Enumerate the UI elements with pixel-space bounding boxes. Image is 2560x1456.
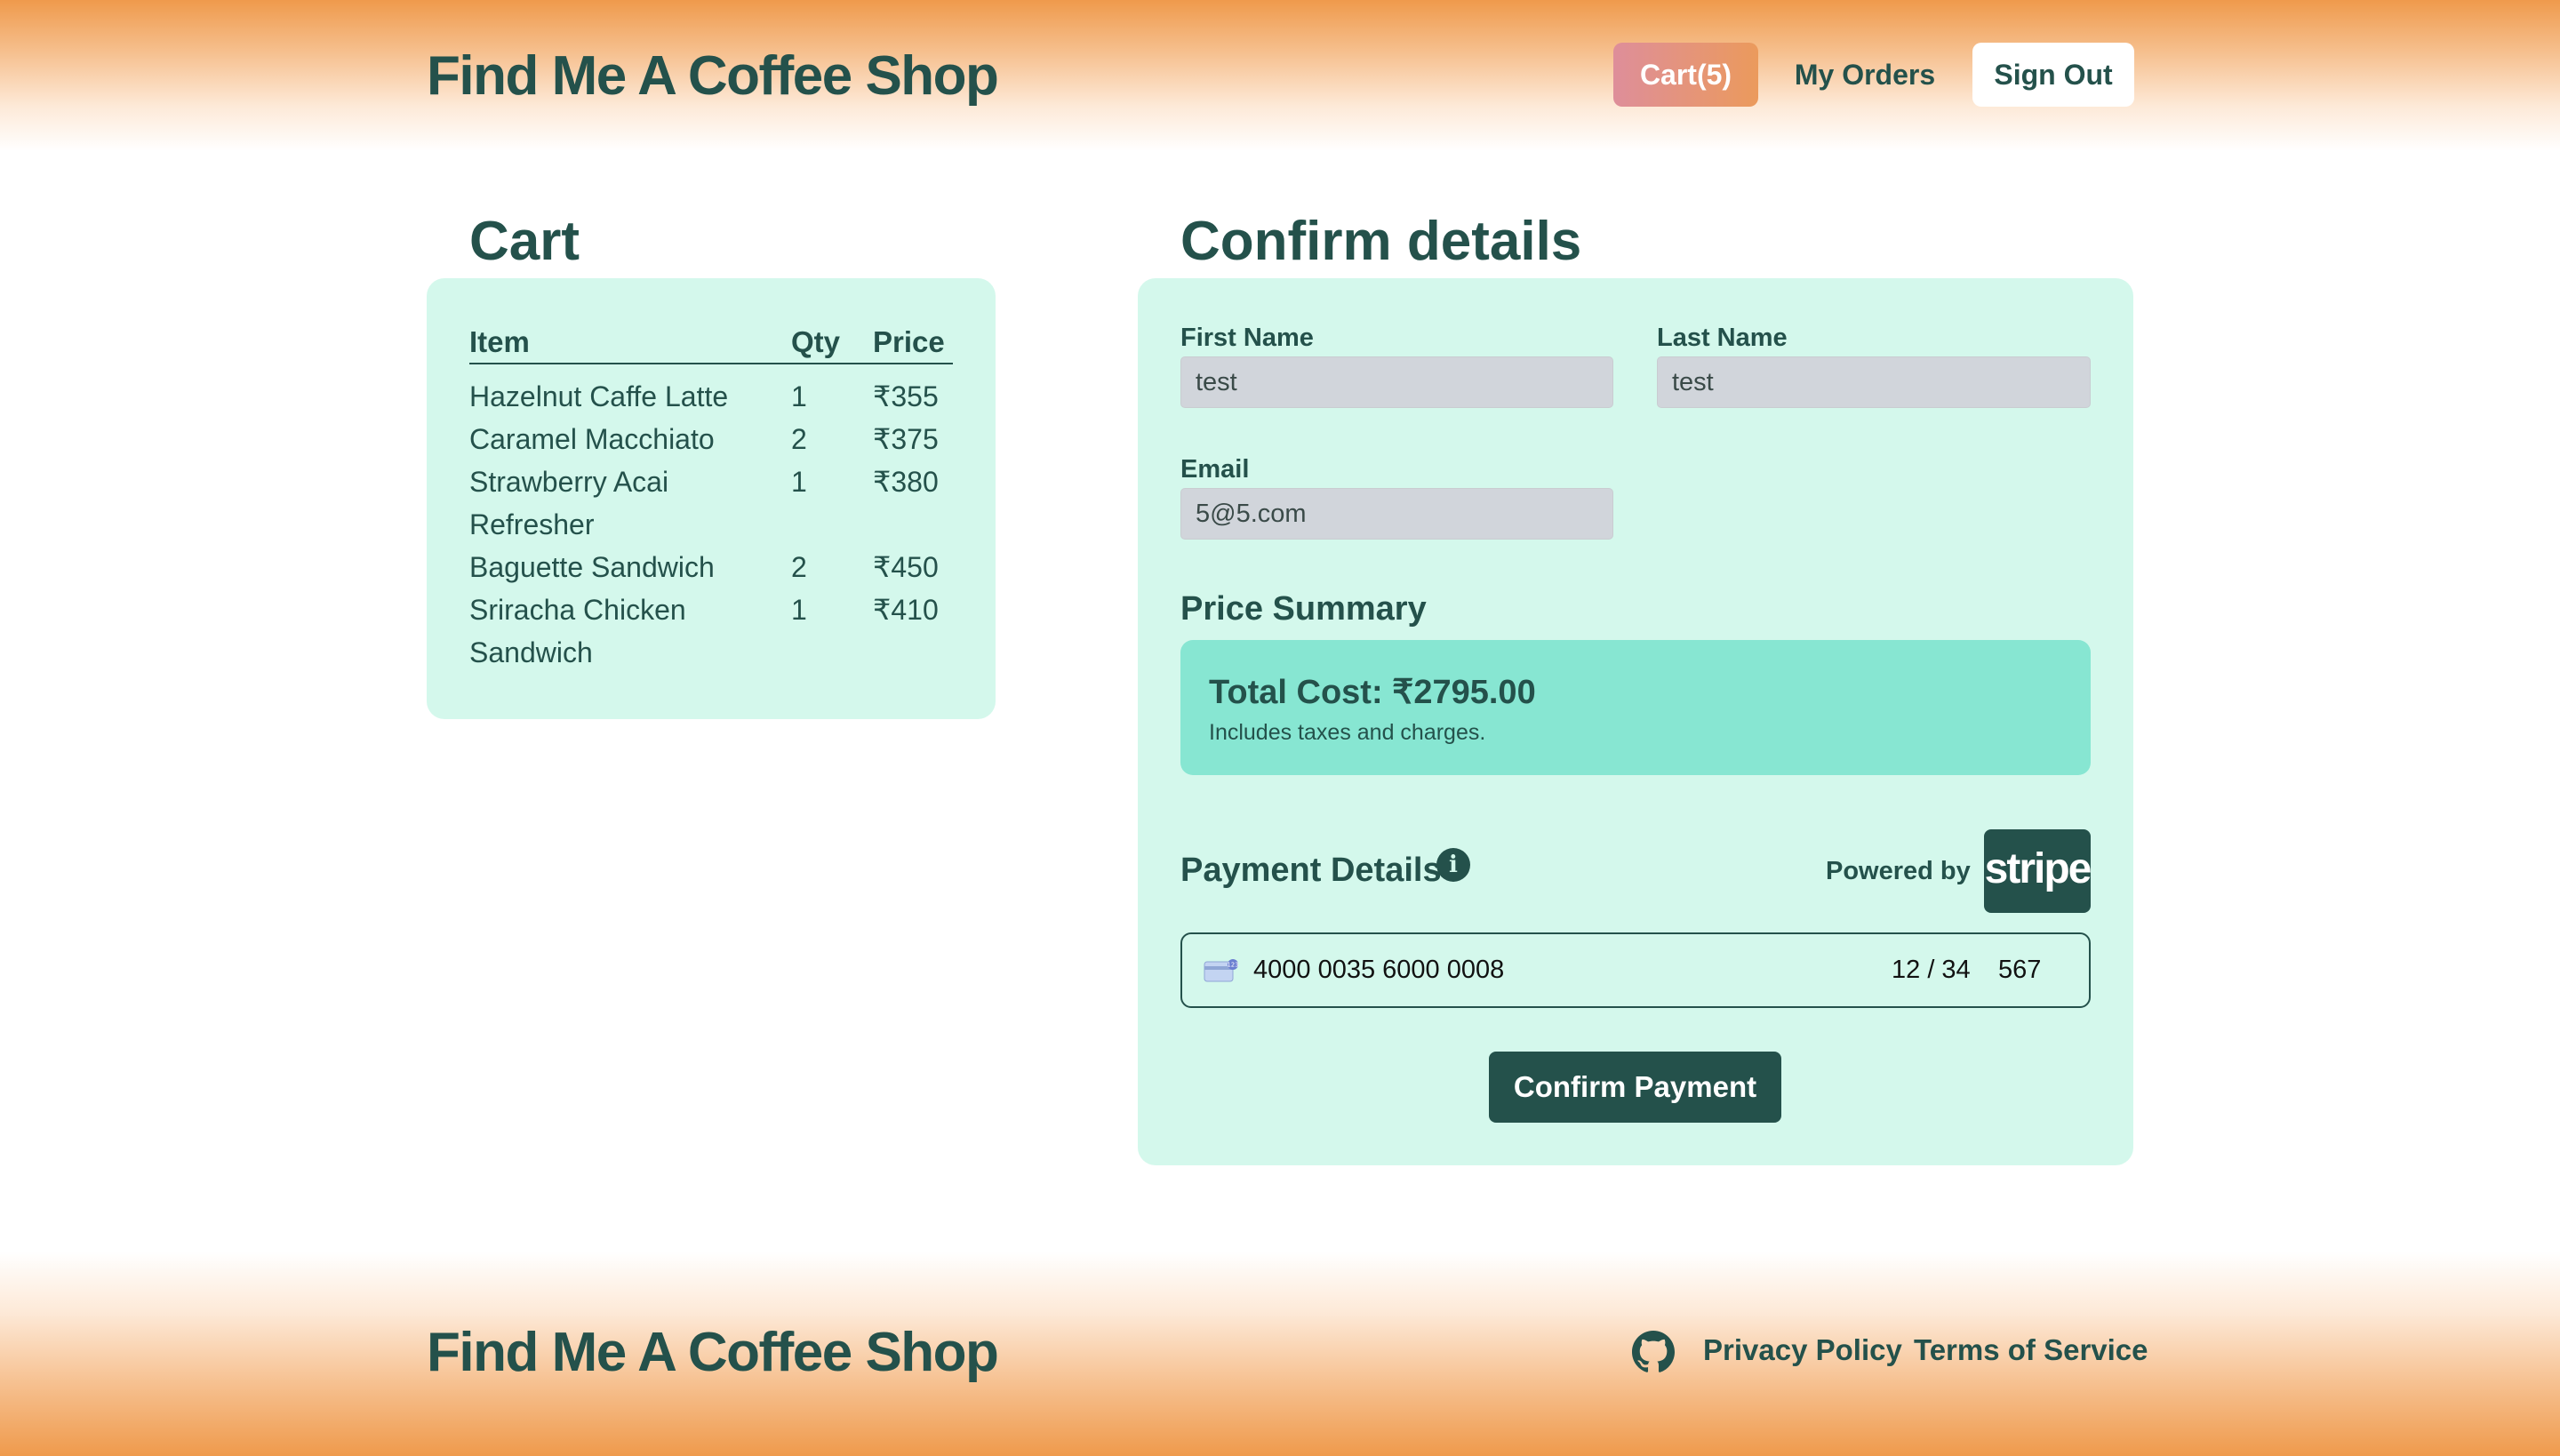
total-cost-note: Includes taxes and charges. xyxy=(1209,720,1486,745)
github-icon[interactable] xyxy=(1632,1331,1675,1373)
powered-by-label: Powered by xyxy=(1826,857,1971,885)
table-row: Sriracha Chicken Sandwich 1 ₹410 xyxy=(469,588,953,674)
footer-brand[interactable]: Find Me A Coffee Shop xyxy=(427,1321,999,1384)
cart-item-name: Hazelnut Caffe Latte xyxy=(469,380,729,412)
terms-of-service-link[interactable]: Terms of Service xyxy=(1914,1333,2148,1367)
cart-item-price: ₹450 xyxy=(873,551,939,583)
confirm-payment-button[interactable]: Confirm Payment xyxy=(1489,1052,1781,1123)
cart-item-name: Caramel Macchiato xyxy=(469,423,715,455)
cart-item-qty: 2 xyxy=(791,551,807,583)
site-footer: Find Me A Coffee Shop Privacy Policy Ter… xyxy=(0,1252,2560,1456)
cart-item-name: Sriracha Chicken Sandwich xyxy=(469,594,686,668)
nav-cart-button[interactable]: Cart(5) xyxy=(1613,43,1758,107)
cart-item-price: ₹375 xyxy=(873,423,939,455)
cart-item-qty: 1 xyxy=(791,380,807,412)
cart-item-price: ₹355 xyxy=(873,380,939,412)
price-summary-box: Total Cost: ₹2795.00 Includes taxes and … xyxy=(1180,640,2091,775)
card-cvc-field[interactable]: 567 xyxy=(1998,956,2041,985)
last-name-field[interactable] xyxy=(1657,356,2091,408)
cart-item-qty: 2 xyxy=(791,423,807,455)
nav-my-orders-link[interactable]: My Orders xyxy=(1778,43,1952,107)
email-label: Email xyxy=(1180,455,1250,484)
card-expiry-field[interactable]: 12 / 34 xyxy=(1892,956,1971,985)
site-header: Find Me A Coffee Shop Cart(5) My Orders … xyxy=(0,0,2560,151)
cart-item-name: Strawberry Acai Refresher xyxy=(469,466,669,540)
cart-table-header: Item Qty Price xyxy=(469,322,953,364)
card-number-field[interactable]: 4000 0035 6000 0008 xyxy=(1253,956,1504,985)
card-input[interactable]: 123 4000 0035 6000 0008 12 / 34 567 xyxy=(1180,932,2091,1008)
table-row: Strawberry Acai Refresher 1 ₹380 xyxy=(469,460,953,546)
confirm-details-title: Confirm details xyxy=(1180,211,1582,272)
price-summary-title: Price Summary xyxy=(1180,590,1427,628)
cart-item-qty: 1 xyxy=(791,466,807,498)
site-brand[interactable]: Find Me A Coffee Shop xyxy=(427,44,999,108)
cart-title: Cart xyxy=(469,211,580,272)
cart-item-price: ₹410 xyxy=(873,594,939,626)
column-header-price: Price xyxy=(873,325,945,358)
email-field[interactable] xyxy=(1180,488,1613,540)
info-icon[interactable]: i xyxy=(1436,848,1470,882)
cart-table: Item Qty Price Hazelnut Caffe Latte 1 ₹3… xyxy=(469,322,953,674)
stripe-logo: stripe xyxy=(1984,829,2092,913)
column-header-qty: Qty xyxy=(791,325,841,358)
cart-item-qty: 1 xyxy=(791,594,807,626)
cart-item-name: Baguette Sandwich xyxy=(469,551,715,583)
payment-details-title: Payment Details xyxy=(1180,852,1442,889)
table-row: Baguette Sandwich 2 ₹450 xyxy=(469,546,953,588)
first-name-label: First Name xyxy=(1180,324,1314,352)
first-name-field[interactable] xyxy=(1180,356,1613,408)
sign-out-button[interactable]: Sign Out xyxy=(1972,43,2134,107)
svg-text:123: 123 xyxy=(1227,962,1238,969)
column-header-item: Item xyxy=(469,325,530,358)
total-cost: Total Cost: ₹2795.00 xyxy=(1209,674,1536,711)
cart-item-price: ₹380 xyxy=(873,466,939,498)
credit-card-icon: 123 xyxy=(1204,959,1239,982)
table-row: Hazelnut Caffe Latte 1 ₹355 xyxy=(469,375,953,418)
table-row: Caramel Macchiato 2 ₹375 xyxy=(469,418,953,460)
privacy-policy-link[interactable]: Privacy Policy xyxy=(1703,1333,1902,1367)
last-name-label: Last Name xyxy=(1657,324,1788,352)
